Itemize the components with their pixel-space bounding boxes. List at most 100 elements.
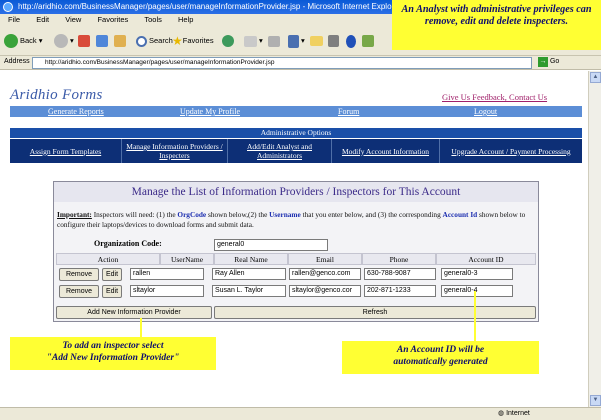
admin-nav-assign-templates[interactable]: Assign Form Templates <box>10 139 122 163</box>
callout-right-line2: automatically generated <box>393 356 488 367</box>
admin-nav-manage-providers[interactable]: Manage Information Providers / Inspecter… <box>122 139 228 163</box>
callout-right-pointer <box>474 291 476 341</box>
bluetooth-button[interactable] <box>346 32 358 50</box>
print-button[interactable] <box>268 32 282 50</box>
search-button[interactable]: Search <box>136 32 173 50</box>
feedback-link[interactable]: Give Us Feedback, Contact Us <box>442 92 547 102</box>
scroll-up-icon[interactable]: ▲ <box>590 72 601 83</box>
callout-left-line2: "Add New Information Provider" <box>46 352 180 363</box>
folder-button[interactable] <box>310 32 325 50</box>
admin-nav-upgrade-account[interactable]: Upgrade Account / Payment Processing <box>440 139 582 163</box>
refresh-browser-button[interactable] <box>96 32 110 50</box>
email-input-row2[interactable]: sltaylor@genco.cor <box>289 285 361 297</box>
realname-input-row1[interactable]: Ray Allen <box>212 268 286 280</box>
folder-icon <box>310 36 323 47</box>
note-orgcode: OrgCode <box>177 210 207 219</box>
history-button[interactable] <box>222 32 236 50</box>
home-button[interactable] <box>114 32 128 50</box>
username-input-row2[interactable]: sltaylor <box>130 285 204 297</box>
favorites-button[interactable]: ★Favorites <box>172 32 214 50</box>
stop-button[interactable] <box>78 32 92 50</box>
admin-options-title: Administrative Options <box>10 128 582 138</box>
admin-nav-modify-account[interactable]: Modify Account Information <box>332 139 440 163</box>
home-icon <box>114 35 126 48</box>
phone-input-row2[interactable]: 202-871-1233 <box>364 285 436 297</box>
search-icon <box>136 35 147 47</box>
note-text-3: that you enter below, and (3) the corres… <box>300 210 443 219</box>
note-username: Username <box>269 210 301 219</box>
col-email: Email <box>288 253 362 265</box>
nav-forum[interactable]: Forum <box>338 106 359 117</box>
edit-button-row1[interactable]: Edit <box>102 268 122 281</box>
forward-button[interactable]: ▾ <box>54 32 74 50</box>
main-nav: Generate Reports Update My Profile Forum… <box>10 106 582 117</box>
refresh-button[interactable]: Refresh <box>214 306 536 319</box>
col-username: UserName <box>160 253 214 265</box>
nav-logout[interactable]: Logout <box>474 106 497 117</box>
star-icon: ★ <box>172 34 183 49</box>
menu-tools[interactable]: Tools <box>144 15 162 24</box>
address-input[interactable]: http://aridhio.com/BusinessManager/pages… <box>32 57 532 69</box>
admin-nav: Assign Form Templates Manage Information… <box>10 139 582 163</box>
go-button[interactable]: → Go <box>538 57 559 67</box>
callout-left-line1: To add an inspector select <box>62 341 164 351</box>
go-arrow-icon: → <box>538 57 548 67</box>
callout-admin-privileges: An Analyst with administrative privilege… <box>392 0 601 50</box>
callout-account-id: An Account ID will be automatically gene… <box>342 341 539 374</box>
remove-button-row2[interactable]: Remove <box>59 285 99 298</box>
account-id-row1: general0-3 <box>441 268 513 280</box>
col-account-id: Account ID <box>436 253 536 265</box>
nav-generate-reports[interactable]: Generate Reports <box>48 106 104 117</box>
bluetooth-icon <box>346 34 356 48</box>
org-code-label: Organization Code: <box>94 239 162 248</box>
note-account-id: Account Id <box>442 210 478 219</box>
address-label: Address <box>4 58 30 65</box>
edit-page-button[interactable]: ▾ <box>288 32 305 50</box>
mail-button[interactable]: ▾ <box>244 32 263 50</box>
menu-file[interactable]: File <box>8 15 20 24</box>
note-text-1: Inspectors will need: (1) the <box>91 210 178 219</box>
forward-arrow-icon <box>54 34 68 49</box>
nav-update-profile[interactable]: Update My Profile <box>180 106 240 117</box>
add-provider-button[interactable]: Add New Information Provider <box>56 306 212 319</box>
remove-button-row1[interactable]: Remove <box>59 268 99 281</box>
menu-edit[interactable]: Edit <box>36 15 49 24</box>
panel-title: Manage the List of Information Providers… <box>54 182 538 202</box>
email-input-row1[interactable]: rallen@genco.com <box>289 268 361 280</box>
org-code-input[interactable]: general0 <box>214 239 328 251</box>
scroll-down-icon[interactable]: ▼ <box>590 395 601 406</box>
note-text-2: shown below,(2) the <box>206 210 270 219</box>
word-icon <box>288 34 299 48</box>
account-id-row2: general0-4 <box>441 285 513 297</box>
callout-add-inspector: To add an inspector select "Add New Info… <box>10 337 216 370</box>
tools-button[interactable] <box>328 32 341 50</box>
important-note: Important: Inspectors will need: (1) the… <box>57 210 535 230</box>
col-phone: Phone <box>362 253 436 265</box>
phone-input-row1[interactable]: 630-788-9087 <box>364 268 436 280</box>
menu-help[interactable]: Help <box>178 15 193 24</box>
col-action: Action <box>56 253 160 265</box>
stop-icon <box>78 35 90 48</box>
site-logo: Aridhio Forms <box>10 87 103 103</box>
messenger-button[interactable] <box>362 32 376 50</box>
print-icon <box>268 35 280 47</box>
menu-view[interactable]: View <box>65 15 81 24</box>
username-input-row1[interactable]: rallen <box>130 268 204 280</box>
address-bar: Address http://aridhio.com/BusinessManag… <box>0 56 601 70</box>
callout-right-line1: An Account ID will be <box>396 345 485 355</box>
realname-input-row2[interactable]: Susan L. Taylor <box>212 285 286 297</box>
admin-nav-add-analyst[interactable]: Add/Edit Analyst and Administrators <box>228 139 332 163</box>
col-realname: Real Name <box>214 253 288 265</box>
window-title: http://aridhio.com/BusinessManager/pages… <box>18 2 402 11</box>
vertical-scrollbar[interactable]: ▲ ▼ <box>588 71 601 407</box>
messenger-icon <box>362 35 374 48</box>
menu-favorites[interactable]: Favorites <box>97 15 128 24</box>
globe-icon: ◍ <box>498 410 505 417</box>
mail-icon <box>244 35 257 47</box>
back-button[interactable]: Back ▾ <box>4 32 43 50</box>
note-important-label: Important: <box>57 210 92 219</box>
manage-providers-panel: Manage the List of Information Providers… <box>53 181 539 322</box>
edit-button-row2[interactable]: Edit <box>102 285 122 298</box>
status-bar: ◍ Internet <box>0 407 601 420</box>
internet-zone: ◍ Internet <box>498 410 530 417</box>
